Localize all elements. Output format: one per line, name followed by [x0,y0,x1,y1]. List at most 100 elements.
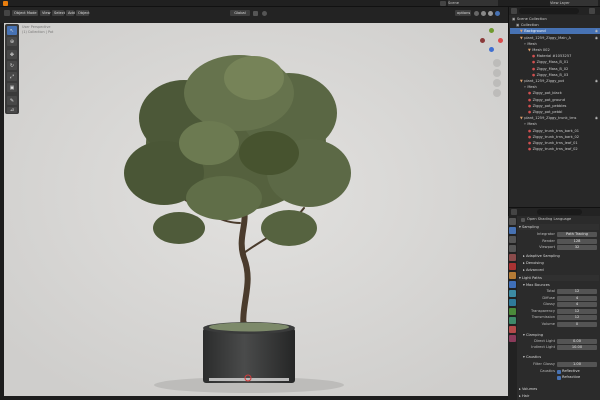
max-bounces-section[interactable]: ▾ Max Bounces [523,282,599,288]
outliner-item[interactable]: ▼ Background ◉ [510,28,600,35]
outliner-editor-icon[interactable] [511,8,517,14]
refractive-checkbox[interactable] [557,375,561,380]
outliner-item[interactable]: ▿ Mesh [510,84,600,90]
measure-tool-icon[interactable]: ⊿ [7,107,17,113]
outliner-item[interactable]: ▿ Mesh [510,41,600,47]
filter-glossy-field[interactable]: 1.00 [557,362,597,367]
outliner-item[interactable]: ● Ziggy_trunk_trns_bark_01 [510,128,600,134]
gizmo-x-axis-icon[interactable] [498,38,503,43]
outliner-item[interactable]: ● Ziggy_pot_ground [510,97,600,103]
menu-view[interactable]: View [40,10,51,16]
filter-icon[interactable] [589,8,595,14]
particles-tab-icon[interactable] [509,290,516,297]
menu-add[interactable]: Add [66,10,75,16]
outliner-item[interactable]: ▣ Collection [510,22,600,28]
gizmo-neg-x-icon[interactable] [480,38,485,43]
outliner-search-input[interactable] [519,8,579,14]
properties-editor-icon[interactable] [511,209,517,215]
navigation-gizmo[interactable] [479,28,504,53]
world-tab-icon[interactable] [509,263,516,270]
view-layer-selector[interactable]: View Layer [550,0,598,6]
object-tab-icon[interactable] [509,272,516,279]
pan-hand-icon[interactable] [493,69,501,77]
volumes-section[interactable]: ▸ Volumes [519,386,599,392]
scale-tool-icon[interactable]: ⤢ [7,72,17,81]
material-tab-icon[interactable] [509,326,516,333]
hair-section[interactable]: ▸ Hair [519,393,599,399]
gizmo-y-axis-icon[interactable] [489,28,494,33]
bounce-field[interactable]: 12 [557,315,597,320]
shading-material-icon[interactable] [488,11,493,16]
render-samples-field[interactable]: 128 [557,239,597,244]
outliner-item[interactable]: ● Ziggy_Mass_B_03 [510,72,600,78]
outliner-item[interactable]: ● Ziggy_pot_pebbles [510,103,600,109]
outliner-item[interactable]: ● Ziggy_pot_black [510,90,600,96]
editor-type-icon[interactable] [4,10,10,16]
adaptive-sampling-section[interactable]: ▸ Adaptive Sampling [523,253,599,259]
select-tool-icon[interactable]: ↖ [7,26,17,35]
clamping-section[interactable]: ▾ Clamping [523,332,599,338]
advanced-section[interactable]: ▸ Advanced [523,267,599,273]
outliner-item[interactable]: ● Ziggy_trunk_trns_leaf_02 [510,146,600,152]
visibility-eye-icon[interactable]: ◉ [595,35,598,41]
scene-tab-icon[interactable] [509,254,516,261]
annotate-tool-icon[interactable]: ✎ [7,96,17,105]
denoising-section[interactable]: ▸ Denoising [523,260,599,266]
outliner-item[interactable]: ● Ziggy_pot_pebbl [510,109,600,115]
outliner-item[interactable]: ▼ Mesh 002 [510,47,600,53]
bounce-field[interactable]: 4 [557,295,597,301]
visibility-eye-icon[interactable]: ◉ [595,78,598,84]
scene-selector[interactable]: Scene [448,0,498,6]
outliner-item[interactable]: ▼ plant_1259_Ziggy_pot ◉ [510,78,600,84]
direct-light-field[interactable]: 0.00 [557,339,597,344]
zoom-icon[interactable] [493,59,501,67]
outliner-item[interactable]: ▼ plant_1259_Ziggy_trunk_trns ◉ [510,115,600,121]
integrator-dropdown[interactable]: Path Tracing [557,232,597,237]
caustics-section[interactable]: ▾ Caustics [523,354,599,360]
bounce-field[interactable]: 12 [557,308,597,314]
viewport-samples-field[interactable]: 32 [557,245,597,250]
rotate-tool-icon[interactable]: ↻ [7,61,17,70]
sampling-section[interactable]: ▾ Sampling [519,224,599,230]
render-tab-icon[interactable] [509,227,516,234]
constraints-tab-icon[interactable] [509,308,516,315]
outliner-item[interactable]: ● Ziggy_trunk_trns_leaf_01 [510,140,600,146]
output-tab-icon[interactable] [509,236,516,243]
indirect-light-field[interactable]: 10.00 [557,345,597,350]
outliner-item[interactable]: ● Ziggy_Mass_B_02 [510,66,600,72]
gizmo-z-axis-icon[interactable] [489,47,494,52]
data-tab-icon[interactable] [509,317,516,324]
outliner-item[interactable]: ▣ Scene Collection [510,16,600,22]
properties-search-input[interactable] [537,209,582,215]
texture-tab-icon[interactable] [509,335,516,342]
menu-object[interactable]: Object [76,10,90,16]
shading-wireframe-icon[interactable] [474,11,479,16]
outliner-item[interactable]: ● Ziggy_trunk_trns_bark_02 [510,134,600,140]
proportional-edit-icon[interactable] [262,11,267,16]
transform-tool-icon[interactable]: ▣ [7,83,17,92]
menu-select[interactable]: Select [52,10,65,16]
visibility-eye-icon[interactable]: ◉ [595,28,598,34]
3d-viewport[interactable]: User Perspective (1) Collection | Pot [4,23,508,396]
camera-view-icon[interactable] [493,79,501,87]
transform-orientation-dropdown[interactable]: Global [230,10,250,16]
snap-icon[interactable] [253,11,258,16]
bounce-field[interactable]: 0 [557,321,597,327]
overlay-options-button[interactable]: options [455,10,471,16]
blender-logo-icon[interactable] [3,1,8,6]
outliner-item[interactable]: ● Material #1053257 [510,53,600,59]
shading-solid-icon[interactable] [481,11,486,16]
physics-tab-icon[interactable] [509,299,516,306]
cursor-tool-icon[interactable]: ⊕ [7,37,17,46]
bounce-field[interactable]: 4 [557,302,597,307]
visibility-eye-icon[interactable]: ◉ [595,115,598,121]
outliner-item[interactable]: ● Ziggy_Mass_B_01 [510,59,600,65]
osl-row[interactable]: Open Shading Language [521,217,599,222]
light-paths-section[interactable]: ▾ Light Paths [519,275,599,281]
shading-rendered-icon[interactable] [495,11,500,16]
reflective-checkbox[interactable] [557,369,561,374]
outliner-item[interactable]: ▼ plant_1259_Ziggy_Main_A ◉ [510,35,600,41]
perspective-grid-icon[interactable] [493,89,501,97]
outliner-item[interactable]: ▿ Mesh [510,121,600,127]
bounce-field[interactable]: 12 [557,289,597,294]
